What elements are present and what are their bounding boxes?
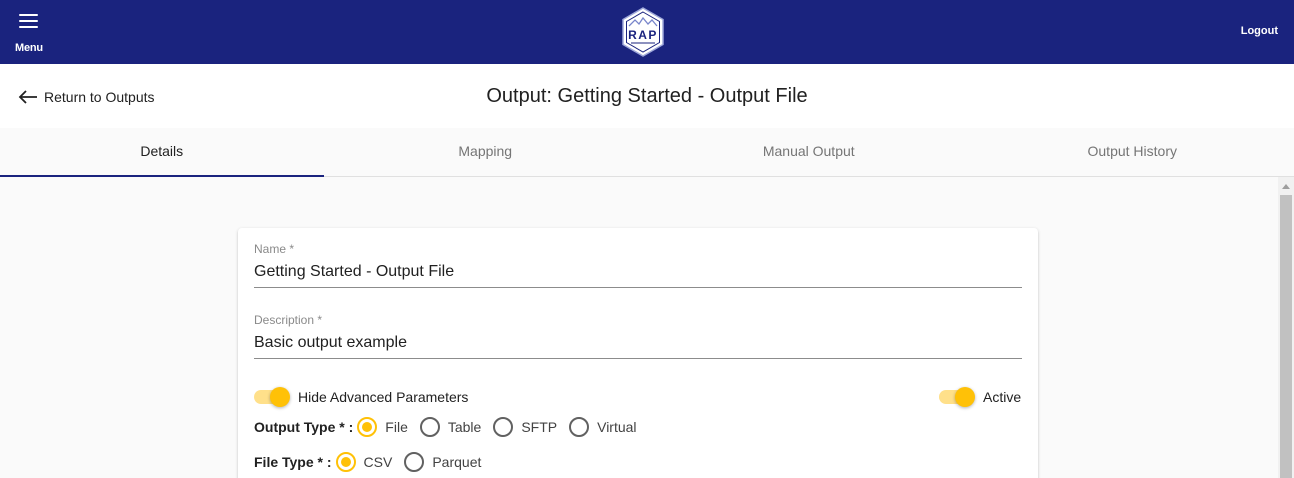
output-type-radio-file[interactable]: File (357, 417, 408, 437)
menu-label: Menu (15, 42, 43, 54)
file-type-label: File Type * : (254, 454, 332, 470)
details-form-card: Name * Getting Started - Output File Des… (238, 228, 1038, 478)
scrollbar-thumb[interactable] (1280, 195, 1292, 478)
file-type-radio-csv[interactable]: CSV (335, 452, 392, 472)
tab-details[interactable]: Details (0, 128, 324, 177)
file-type-group: File Type * : CSV Parquet (254, 450, 493, 474)
description-field[interactable]: Description * Basic output example (254, 313, 1022, 359)
name-field[interactable]: Name * Getting Started - Output File (254, 242, 1022, 288)
description-input[interactable]: Basic output example (254, 334, 1014, 352)
menu-button[interactable]: Menu (12, 10, 48, 56)
hide-advanced-parameters-toggle[interactable] (254, 387, 290, 407)
output-type-label: Output Type * : (254, 419, 354, 435)
tab-mapping[interactable]: Mapping (324, 128, 648, 176)
name-field-label: Name * (254, 242, 295, 256)
logout-button[interactable]: Logout (1241, 25, 1278, 37)
name-input[interactable]: Getting Started - Output File (254, 263, 1014, 281)
vertical-scrollbar[interactable] (1278, 177, 1294, 478)
output-type-radio-sftp[interactable]: SFTP (493, 417, 557, 437)
active-toggle[interactable] (939, 387, 975, 407)
svg-text:RAP: RAP (628, 28, 658, 42)
page-title: Output: Getting Started - Output File (486, 85, 808, 107)
rap-logo: RAP (620, 6, 666, 58)
output-type-group: Output Type * : File Table SFTP Virtual (254, 415, 649, 439)
page-header: Return to Outputs Output: Getting Starte… (0, 64, 1294, 128)
output-type-radio-table[interactable]: Table (419, 417, 481, 437)
active-label: Active (983, 389, 1022, 405)
description-field-label: Description * (254, 313, 323, 327)
hamburger-icon (19, 14, 38, 28)
top-app-bar: Menu RAP Logout (0, 0, 1294, 64)
scroll-up-arrow-icon[interactable] (1282, 184, 1290, 189)
tab-output-history[interactable]: Output History (971, 128, 1294, 176)
tab-bar: Details Mapping Manual Output Output His… (0, 128, 1294, 177)
file-type-radio-parquet[interactable]: Parquet (404, 452, 481, 472)
output-type-radio-virtual[interactable]: Virtual (569, 417, 637, 437)
tab-manual-output[interactable]: Manual Output (647, 128, 971, 176)
hide-advanced-parameters-label: Hide Advanced Parameters (298, 389, 469, 405)
